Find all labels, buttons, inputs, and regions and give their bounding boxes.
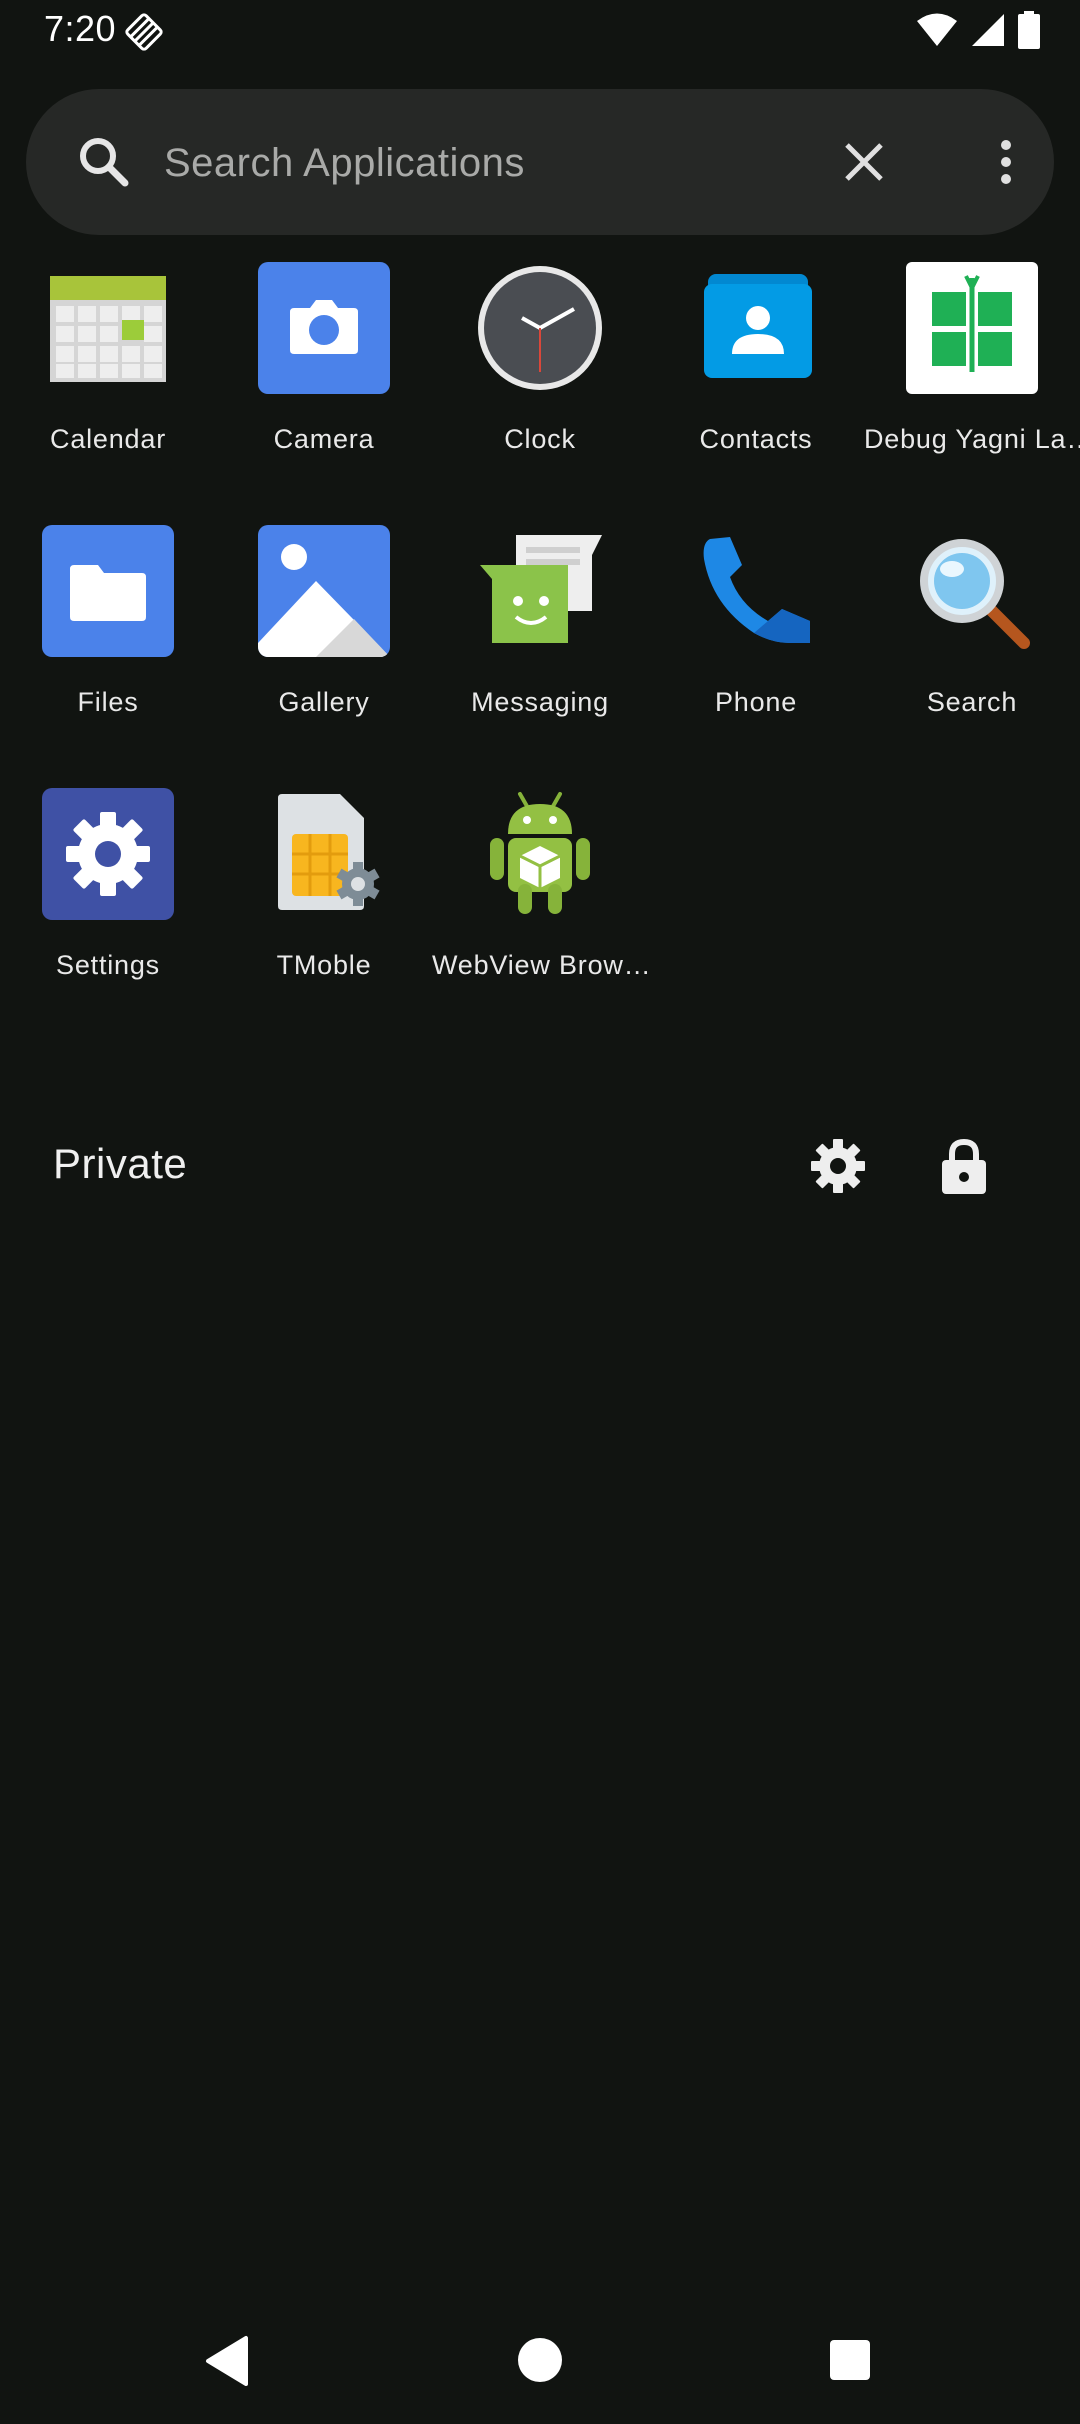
status-bar: 7:20 (0, 0, 1080, 62)
search-bar[interactable] (26, 89, 1054, 235)
settings-icon (42, 788, 174, 920)
gallery-icon (258, 525, 390, 657)
app-files[interactable]: Files (0, 525, 216, 745)
app-debug-yagni[interactable]: Debug Yagni La… (864, 262, 1080, 482)
contacts-icon (690, 262, 822, 394)
messaging-icon (474, 525, 606, 657)
app-settings[interactable]: Settings (0, 788, 216, 1008)
app-search[interactable]: Search (864, 525, 1080, 745)
app-label: Files (77, 687, 139, 717)
app-clock[interactable]: Clock (432, 262, 648, 482)
app-label: Phone (714, 687, 798, 717)
calendar-icon (42, 262, 174, 394)
wifi-icon (916, 12, 958, 53)
cell-signal-icon (970, 12, 1006, 53)
recents-icon[interactable] (828, 2338, 872, 2382)
app-label: Debug Yagni La… (864, 424, 1080, 454)
search-input[interactable] (162, 129, 806, 197)
app-label: Gallery (278, 687, 370, 717)
app-label: Messaging (471, 687, 609, 717)
clock-icon (474, 262, 606, 394)
lock-icon[interactable] (936, 1136, 992, 1196)
app-gallery[interactable]: Gallery (216, 525, 432, 745)
phone-icon (690, 525, 822, 657)
back-icon[interactable] (202, 2334, 254, 2388)
app-contacts[interactable]: Contacts (648, 262, 864, 482)
app-tmoble[interactable]: TMoble (216, 788, 432, 1008)
app-messaging[interactable]: Messaging (432, 525, 648, 745)
app-phone[interactable]: Phone (648, 525, 864, 745)
notification-diamond-icon (124, 12, 164, 52)
app-label: WebView Brow… (432, 950, 648, 980)
files-icon (42, 525, 174, 657)
app-label: TMoble (276, 950, 372, 980)
app-label: Contacts (699, 424, 813, 454)
android-icon (474, 788, 606, 920)
battery-icon (1018, 10, 1040, 54)
more-vert-icon[interactable] (976, 132, 1036, 192)
sim-settings-icon (258, 788, 390, 920)
yagni-icon (906, 262, 1038, 394)
close-icon[interactable] (834, 132, 894, 192)
status-time: 7:20 (44, 8, 117, 49)
app-label: Settings (56, 950, 160, 980)
app-webview-browser[interactable]: WebView Brow… (432, 788, 648, 1008)
app-label: Search (926, 687, 1018, 717)
private-space-label: Private (53, 1140, 188, 1187)
gear-icon[interactable] (810, 1138, 866, 1194)
app-label: Camera (273, 424, 375, 454)
search-icon (72, 130, 136, 194)
app-label: Clock (504, 424, 576, 454)
app-label: Calendar (50, 424, 166, 454)
camera-icon (258, 262, 390, 394)
magnifier-icon (906, 525, 1038, 657)
app-camera[interactable]: Camera (216, 262, 432, 482)
app-calendar[interactable]: Calendar (0, 262, 216, 482)
home-icon[interactable] (516, 2336, 564, 2384)
